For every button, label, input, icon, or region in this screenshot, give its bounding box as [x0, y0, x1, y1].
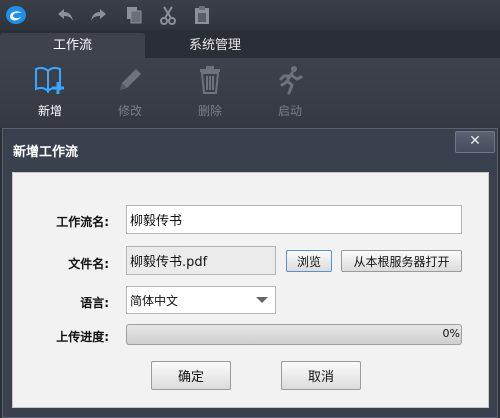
book-add-icon — [22, 64, 78, 96]
add-workflow-button[interactable]: 新增 — [22, 64, 78, 119]
language-select[interactable]: 简体中文 — [126, 286, 276, 314]
ribbon-panel: 新增 修改 删除 启动 — [0, 58, 500, 128]
upload-progress-label: 上传进度: — [56, 330, 109, 344]
cancel-button[interactable]: 取消 — [281, 361, 361, 390]
ribbon-tab-bar: 工作流 系统管理 — [0, 30, 500, 58]
upload-progress-text: 0% — [442, 327, 460, 340]
start-workflow-label: 启动 — [277, 104, 302, 118]
file-name-value: 柳毅传书.pdf — [130, 255, 208, 270]
open-from-server-button[interactable]: 从本根服务器打开 — [341, 250, 462, 272]
dialog-title: 新增工作流 — [13, 145, 79, 160]
app-logo-icon[interactable] — [4, 3, 28, 27]
trash-icon — [182, 64, 238, 96]
delete-workflow-button[interactable]: 删除 — [182, 64, 238, 119]
upload-progress-bar: 0% — [126, 324, 462, 345]
workflow-name-value: 柳毅传书 — [130, 214, 183, 229]
edit-workflow-label: 修改 — [117, 104, 142, 118]
undo-icon[interactable] — [54, 3, 78, 27]
tab-system-management[interactable]: 系统管理 — [145, 33, 285, 58]
redo-icon[interactable] — [86, 3, 110, 27]
add-workflow-label: 新增 — [37, 104, 62, 118]
chevron-down-icon — [256, 297, 268, 303]
workflow-name-input[interactable]: 柳毅传书 — [126, 205, 462, 234]
tab-workflow[interactable]: 工作流 — [0, 33, 145, 58]
edit-workflow-button[interactable]: 修改 — [102, 64, 158, 119]
workflow-name-label: 工作流名: — [56, 215, 109, 229]
ok-button[interactable]: 确定 — [151, 361, 231, 390]
cut-icon[interactable] — [156, 3, 180, 27]
language-label: 语言: — [80, 296, 109, 310]
close-icon: ✕ — [469, 133, 481, 149]
browse-button[interactable]: 浏览 — [286, 250, 332, 272]
paste-icon[interactable] — [190, 3, 214, 27]
start-workflow-button[interactable]: 启动 — [262, 64, 318, 119]
file-name-label: 文件名: — [68, 257, 109, 271]
file-name-field[interactable]: 柳毅传书.pdf — [126, 246, 276, 275]
copy-icon[interactable] — [122, 3, 146, 27]
language-value: 简体中文 — [130, 293, 179, 308]
running-man-icon — [262, 64, 318, 96]
dialog-form-panel: 工作流名: 柳毅传书 文件名: 柳毅传书.pdf 浏览 从本根服务器打开 语言:… — [12, 172, 489, 408]
close-button[interactable]: ✕ — [455, 131, 495, 153]
delete-workflow-label: 删除 — [197, 104, 222, 118]
pencil-icon — [102, 64, 158, 96]
quick-access-toolbar — [0, 0, 500, 30]
new-workflow-dialog: 新增工作流 ✕ 工作流名: 柳毅传书 文件名: 柳毅传书.pdf 浏览 从本根服… — [2, 128, 498, 418]
